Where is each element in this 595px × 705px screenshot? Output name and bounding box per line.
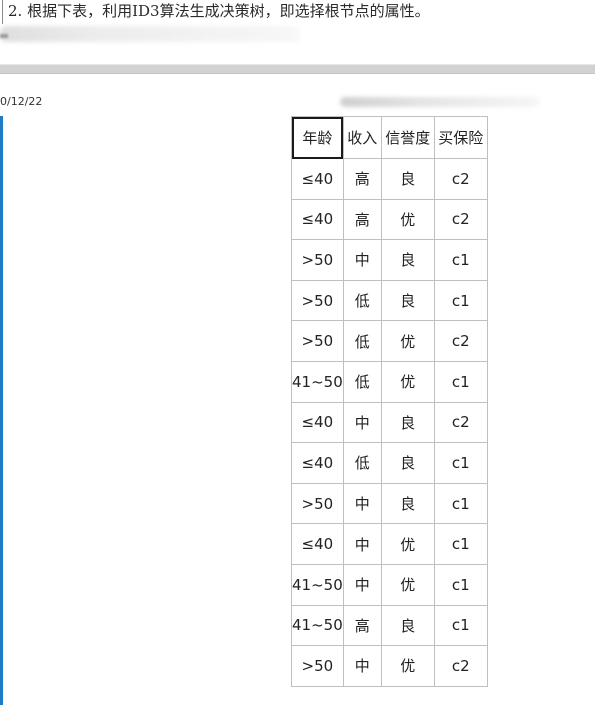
table-row: ≤40 高良 c2 [291, 158, 488, 200]
redacted-mark [0, 34, 8, 38]
cell-credit[interactable]: 良 [380, 442, 435, 484]
data-table: 年龄 收入 信誉度 买保险 ≤40 高良 c2 ≤40 高优 c2 >50 中良 c1 >50 低良… [291, 116, 488, 687]
cell-credit[interactable]: 优 [380, 645, 435, 687]
table-row: >50 中优 c2 [291, 645, 488, 687]
cell-credit[interactable]: 优 [380, 523, 435, 565]
cell-income[interactable]: 中 [342, 523, 382, 565]
table-row: >50 低良 c1 [291, 279, 488, 322]
cell-credit[interactable]: 良 [380, 158, 435, 200]
cell-income[interactable]: 低 [342, 360, 382, 403]
cell-credit[interactable]: 良 [380, 401, 435, 444]
cell-income[interactable]: 中 [342, 239, 382, 281]
cell-age[interactable]: 41~50 [291, 563, 344, 606]
table-body: ≤40 高良 c2 ≤40 高优 c2 >50 中良 c1 >50 低良 c1 >50 低优 c2 41~50… [291, 158, 488, 687]
cell-income[interactable]: 高 [342, 604, 382, 647]
header-age[interactable]: 年龄 [291, 116, 344, 159]
cell-buy-insurance[interactable]: c1 [433, 239, 488, 281]
cell-age[interactable]: ≤40 [291, 401, 344, 444]
header-buy-insurance[interactable]: 买保险 [433, 116, 488, 159]
cell-income[interactable]: 低 [342, 442, 382, 484]
cell-credit[interactable]: 良 [380, 604, 435, 647]
cell-credit[interactable]: 良 [380, 482, 435, 525]
cell-income[interactable]: 低 [342, 279, 382, 322]
question-block: 2. 根据下表，利用ID3算法生成决策树，即选择根节点的属性。 [0, 0, 595, 66]
date-label: 0/12/22 [0, 95, 43, 108]
table-row: >50 低优 c2 [291, 320, 488, 362]
cell-credit[interactable]: 良 [380, 279, 435, 322]
cell-buy-insurance[interactable]: c2 [433, 158, 488, 200]
cell-buy-insurance[interactable]: c2 [433, 198, 488, 241]
cell-age[interactable]: ≤40 [291, 198, 344, 241]
table-header-row: 年龄 收入 信誉度 买保险 [291, 116, 488, 159]
cell-age[interactable]: >50 [291, 279, 344, 322]
cell-buy-insurance[interactable]: c1 [433, 442, 488, 484]
table-row: ≤40 中良 c2 [291, 401, 488, 444]
cell-buy-insurance[interactable]: c2 [433, 645, 488, 687]
cell-age[interactable]: >50 [291, 645, 344, 687]
cell-age[interactable]: ≤40 [291, 158, 344, 200]
cell-buy-insurance[interactable]: c1 [433, 482, 488, 525]
header-credit[interactable]: 信誉度 [380, 116, 435, 159]
cell-credit[interactable]: 优 [380, 198, 435, 241]
cell-credit[interactable]: 良 [380, 239, 435, 281]
cell-buy-insurance[interactable]: c2 [433, 320, 488, 362]
redacted-text-2 [340, 97, 540, 107]
cell-buy-insurance[interactable]: c1 [433, 563, 488, 606]
cell-age[interactable]: 41~50 [291, 360, 344, 403]
cell-buy-insurance[interactable]: c1 [433, 523, 488, 565]
cell-income[interactable]: 中 [342, 401, 382, 444]
cell-age[interactable]: >50 [291, 482, 344, 525]
table-row: ≤40 低良 c1 [291, 442, 488, 484]
cell-age[interactable]: ≤40 [291, 442, 344, 484]
cell-age[interactable]: >50 [291, 320, 344, 362]
table-row: ≤40 中优 c1 [291, 523, 488, 565]
cell-credit[interactable]: 优 [380, 360, 435, 403]
table-row: >50 中良 c1 [291, 482, 488, 525]
header-income[interactable]: 收入 [342, 116, 382, 159]
cell-age[interactable]: 41~50 [291, 604, 344, 647]
cell-credit[interactable]: 优 [380, 563, 435, 606]
cell-income[interactable]: 高 [342, 158, 382, 200]
table-row: >50 中良 c1 [291, 239, 488, 281]
question-text: 2. 根据下表，利用ID3算法生成决策树，即选择根节点的属性。 [8, 2, 430, 20]
cell-buy-insurance[interactable]: c1 [433, 360, 488, 403]
cell-income[interactable]: 中 [342, 645, 382, 687]
table-row: ≤40 高优 c2 [291, 198, 488, 241]
question-rule [2, 0, 3, 24]
cell-buy-insurance[interactable]: c2 [433, 401, 488, 444]
table-row: 41~50 低优 c1 [291, 360, 488, 403]
table-row: 41~50 中优 c1 [291, 563, 488, 606]
cell-age[interactable]: ≤40 [291, 523, 344, 565]
cell-buy-insurance[interactable]: c1 [433, 279, 488, 322]
redacted-text [0, 26, 300, 42]
cell-buy-insurance[interactable]: c1 [433, 604, 488, 647]
section-divider [0, 64, 595, 74]
cell-credit[interactable]: 优 [380, 320, 435, 362]
cell-income[interactable]: 低 [342, 320, 382, 362]
cell-income[interactable]: 高 [342, 198, 382, 241]
table-row: 41~50 高良 c1 [291, 604, 488, 647]
cell-age[interactable]: >50 [291, 239, 344, 281]
left-accent-bar [0, 116, 3, 705]
cell-income[interactable]: 中 [342, 563, 382, 606]
cell-income[interactable]: 中 [342, 482, 382, 525]
